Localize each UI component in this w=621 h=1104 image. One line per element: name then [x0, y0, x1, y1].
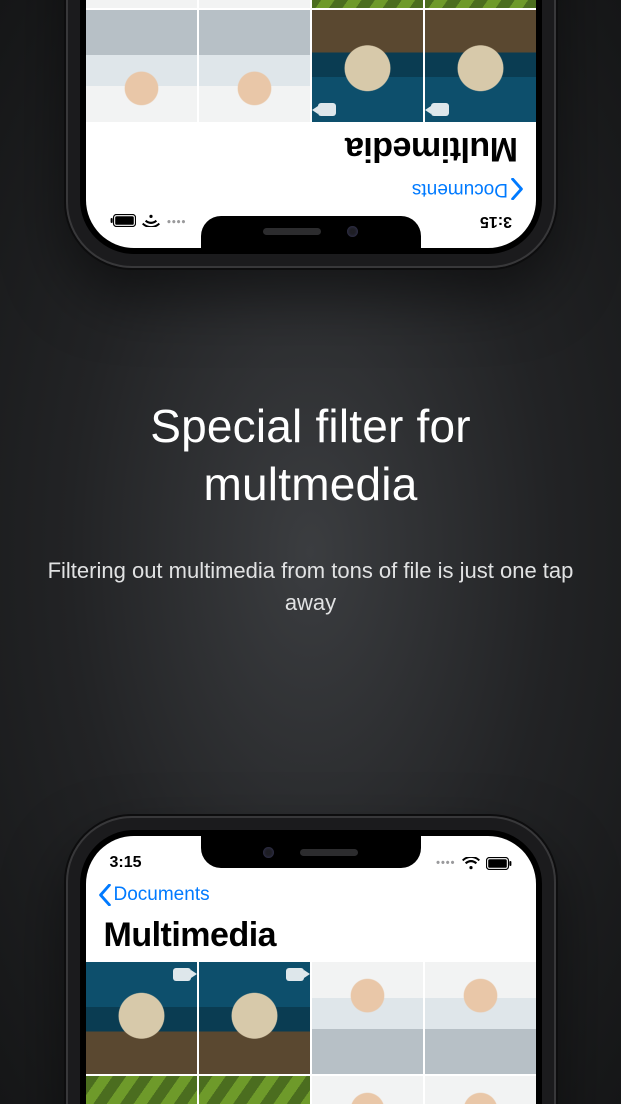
back-label: Documents [114, 884, 210, 906]
speaker-grille-icon [300, 849, 358, 856]
video-badge-icon [286, 968, 304, 981]
media-thumb[interactable] [312, 0, 423, 8]
chevron-left-icon [510, 178, 524, 200]
status-right: •••• [110, 215, 185, 228]
speaker-grille-icon [263, 229, 321, 236]
hero-title-line1: Special filter for [150, 400, 471, 452]
status-time: 3:15 [110, 854, 142, 872]
video-badge-icon [173, 968, 191, 981]
media-thumb[interactable] [312, 1076, 423, 1104]
hero-title-line2: multmedia [204, 458, 418, 510]
media-thumb[interactable] [425, 1076, 536, 1104]
back-button[interactable]: Documents [411, 178, 523, 200]
media-thumb[interactable] [86, 1076, 197, 1104]
media-thumb[interactable] [312, 962, 423, 1074]
wifi-icon [462, 857, 480, 870]
media-thumb[interactable] [86, 962, 197, 1074]
back-label: Documents [411, 178, 507, 200]
hero-subtitle: Filtering out multimedia from tons of fi… [34, 555, 587, 619]
chevron-left-icon [98, 884, 112, 906]
video-badge-icon [318, 103, 336, 116]
media-thumb[interactable] [312, 10, 423, 122]
battery-icon [110, 215, 136, 228]
media-grid [86, 962, 536, 1104]
page-title: Multimedia [345, 129, 518, 168]
video-badge-icon [431, 103, 449, 116]
phone-mockup-top: 3:15 •••• Documents Multimedia [66, 0, 556, 268]
cellular-dots-icon: •••• [166, 215, 185, 227]
camera-dot-icon [347, 227, 358, 238]
media-thumb[interactable] [86, 0, 197, 8]
media-thumb[interactable] [199, 962, 310, 1074]
phone-bezel: 3:15 •••• Documents Multimedia [80, 0, 542, 254]
phone-notch [201, 216, 421, 248]
phone-notch [201, 836, 421, 868]
back-button[interactable]: Documents [98, 884, 210, 906]
media-thumb[interactable] [199, 10, 310, 122]
page-title: Multimedia [104, 916, 277, 955]
status-time: 3:15 [479, 212, 511, 230]
media-thumb[interactable] [199, 0, 310, 8]
status-right: •••• [436, 857, 511, 870]
media-thumb[interactable] [425, 962, 536, 1074]
media-thumb[interactable] [199, 1076, 310, 1104]
phone-bezel: 3:15 •••• Documents Multimedia [80, 830, 542, 1104]
phone-mockup-bottom: 3:15 •••• Documents Multimedia [66, 816, 556, 1104]
battery-icon [486, 857, 512, 870]
media-thumb[interactable] [86, 10, 197, 122]
cellular-dots-icon: •••• [436, 857, 455, 869]
wifi-icon [142, 215, 160, 228]
phone-screen: 3:15 •••• Documents Multimedia [86, 836, 536, 1104]
media-thumb[interactable] [425, 10, 536, 122]
camera-dot-icon [263, 847, 274, 858]
phone-screen: 3:15 •••• Documents Multimedia [86, 0, 536, 248]
media-thumb[interactable] [425, 0, 536, 8]
hero-title: Special filter for multmedia [0, 398, 621, 513]
media-grid [86, 0, 536, 122]
